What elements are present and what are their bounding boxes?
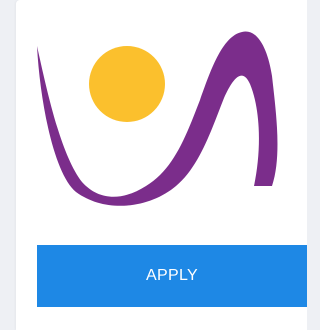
logo-wave-shape <box>37 31 278 206</box>
apply-button[interactable]: APPLY <box>37 245 307 307</box>
wave-logo-icon <box>37 31 278 206</box>
product-card: APPLY <box>16 0 307 330</box>
brand-logo <box>36 24 307 220</box>
logo-sun-shape <box>89 46 165 122</box>
